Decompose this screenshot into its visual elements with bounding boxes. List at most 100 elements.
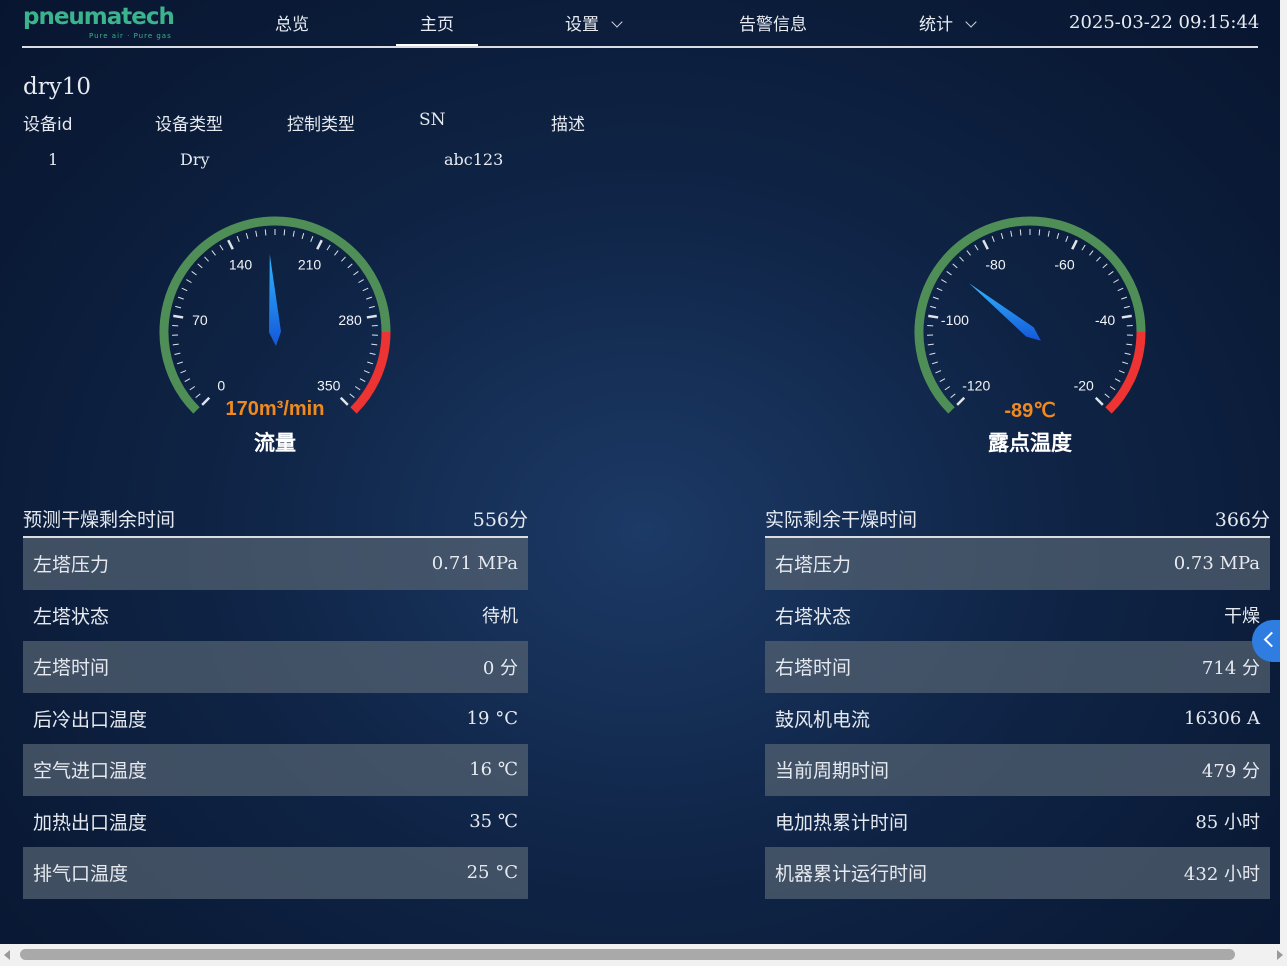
brand-logo[interactable]: pneumatech Pure air · Pure gas — [23, 4, 175, 42]
flow-gauge-value: 170m³/min — [225, 398, 325, 420]
gauge-minor-tick — [341, 256, 346, 262]
nav-settings-label: 设置 — [565, 15, 599, 35]
row-label: 右塔时间 — [775, 657, 852, 680]
gauge-major-tick — [928, 314, 939, 319]
gauge-minor-tick — [1089, 250, 1094, 256]
left-panel-rows: 左塔压力 0.71 MPa 左塔状态 待机 左塔时间 0 分后冷出口温度 19 °C 空气进口… — [23, 538, 528, 899]
gauge-minor-tick — [1126, 343, 1133, 346]
gauge-minor-tick — [326, 244, 331, 251]
gauge-minor-tick — [927, 343, 934, 346]
left-panel-row: 后冷出口温度 19 °C — [23, 693, 528, 745]
gauge-minor-tick — [935, 370, 942, 374]
scroll-right-arrow-icon[interactable] — [1277, 950, 1283, 960]
dewpoint-gauge-dial: -120 -100 -80 -60 -40 -20 — [914, 216, 1146, 414]
actual-drying-time: 实际剩余干燥时间 366分 — [765, 500, 1270, 538]
gauge-minor-tick — [929, 352, 936, 355]
gauge-minor-tick — [941, 279, 947, 284]
gauge-minor-tick — [1102, 263, 1108, 269]
row-value: 待机 — [482, 606, 518, 628]
right-tower-panel: 实际剩余干燥时间 366分 右塔压力 0.73 MPa 右塔状态 干燥 右塔时间 714 … — [765, 500, 1270, 899]
gauge-minor-tick — [1113, 279, 1119, 284]
gauge-minor-tick — [175, 305, 182, 309]
gauge-tick-label: 210 — [298, 256, 322, 272]
device-id-value: 1 — [48, 150, 59, 169]
gauge-needle — [969, 283, 1041, 341]
row-value: 432 小时 — [1183, 863, 1260, 885]
gauge-minor-tick — [1114, 378, 1121, 383]
nav-settings[interactable]: 设置 — [565, 10, 623, 35]
gauge-minor-tick — [371, 343, 378, 346]
flow-gauge: 0 70 140 210 280 350 170m³/min 流量 — [145, 205, 405, 465]
dewpoint-gauge: -120 -100 -80 -60 -40 -20 -89℃ 露点温度 — [900, 205, 1160, 465]
gauge-minor-tick — [177, 296, 184, 300]
gauge-minor-tick — [264, 229, 267, 236]
gauge-major-tick — [173, 314, 184, 319]
vertical-scrollbar-track[interactable] — [1280, 0, 1287, 944]
row-value: 0.71 MPa — [431, 553, 518, 575]
right-panel-row: 机器累计运行时间 432 小时 — [765, 847, 1270, 899]
gauge-minor-tick — [310, 236, 314, 242]
flow-gauge-label: 流量 — [254, 431, 296, 455]
row-value: 0.73 MPa — [1173, 553, 1260, 575]
nav-home-label: 主页 — [420, 15, 454, 35]
gauge-tick-label: 0 — [217, 378, 225, 394]
actual-drying-time-label: 实际剩余干燥时间 — [765, 508, 918, 531]
gauge-major-tick — [316, 239, 323, 250]
gauge-minor-tick — [1122, 361, 1129, 365]
gauge-minor-tick — [362, 287, 369, 292]
gauge-minor-tick — [354, 386, 361, 391]
gauge-minor-tick — [186, 279, 192, 284]
row-value: 25 °C — [466, 862, 518, 884]
gauge-minor-tick — [946, 271, 952, 276]
header-device-id: 设备id — [23, 115, 73, 135]
gauge-minor-tick — [1108, 271, 1114, 276]
nav-divider — [22, 46, 1258, 48]
gauge-minor-tick — [952, 263, 958, 269]
gauge-minor-tick — [181, 287, 188, 292]
gauge-minor-tick — [1117, 287, 1124, 292]
gauge-minor-tick — [180, 370, 187, 374]
gauge-major-tick — [366, 314, 377, 319]
left-panel-row: 左塔压力 0.71 MPa — [23, 538, 528, 590]
gauge-minor-tick — [1096, 256, 1101, 262]
row-value: 0 分 — [482, 657, 518, 679]
gauge-tick-label: -60 — [1054, 256, 1074, 272]
gauge-minor-tick — [369, 352, 376, 355]
header-sn: SN — [419, 110, 446, 130]
brand-name: pneumatech — [23, 4, 175, 30]
predicted-drying-time: 预测干燥剩余时间 556分 — [23, 500, 528, 538]
left-panel-row: 排气口温度 25 °C — [23, 847, 528, 899]
row-value: 16306 A — [1184, 707, 1260, 729]
horizontal-scrollbar[interactable] — [0, 944, 1287, 966]
flow-gauge-dial: 0 70 140 210 280 350 — [159, 216, 391, 414]
nav-overview[interactable]: 总览 — [275, 10, 309, 35]
predicted-drying-time-value: 556分 — [472, 508, 528, 531]
dewpoint-gauge-label: 露点温度 — [988, 431, 1072, 455]
row-value: 16 ℃ — [469, 759, 518, 781]
gauge-minor-tick — [939, 378, 946, 383]
nav-home[interactable]: 主页 — [396, 10, 478, 47]
right-panel-row: 右塔压力 0.73 MPa — [765, 538, 1270, 590]
gauge-minor-tick — [974, 244, 979, 251]
horizontal-scrollbar-thumb[interactable] — [20, 949, 1235, 960]
gauge-minor-tick — [368, 305, 375, 309]
gauge-minor-tick — [959, 256, 964, 262]
gauge-tick-label: -20 — [1074, 378, 1094, 394]
gauge-minor-tick — [347, 263, 353, 269]
row-label: 鼓风机电流 — [775, 708, 871, 731]
gauge-major-tick — [1121, 314, 1132, 319]
gauge-minor-tick — [991, 236, 995, 242]
right-panel-row: 电加热累计时间 85 小时 — [765, 796, 1270, 848]
row-value: 19 °C — [466, 707, 518, 729]
row-label: 右塔状态 — [775, 605, 852, 628]
nav-alarms[interactable]: 告警信息 — [739, 10, 807, 35]
gauge-minor-tick — [930, 305, 937, 309]
left-panel-row: 加热出口温度 35 ℃ — [23, 796, 528, 848]
scroll-left-arrow-icon[interactable] — [4, 950, 10, 960]
gauge-tick-label: 140 — [229, 256, 253, 272]
gauge-needle — [269, 254, 281, 346]
device-name: dry10 — [23, 74, 91, 100]
top-navigation: pneumatech Pure air · Pure gas 总览 主页 设置 … — [0, 0, 1287, 48]
right-panel-row: 当前周期时间 479 分 — [765, 744, 1270, 796]
nav-statistics[interactable]: 统计 — [919, 10, 977, 35]
